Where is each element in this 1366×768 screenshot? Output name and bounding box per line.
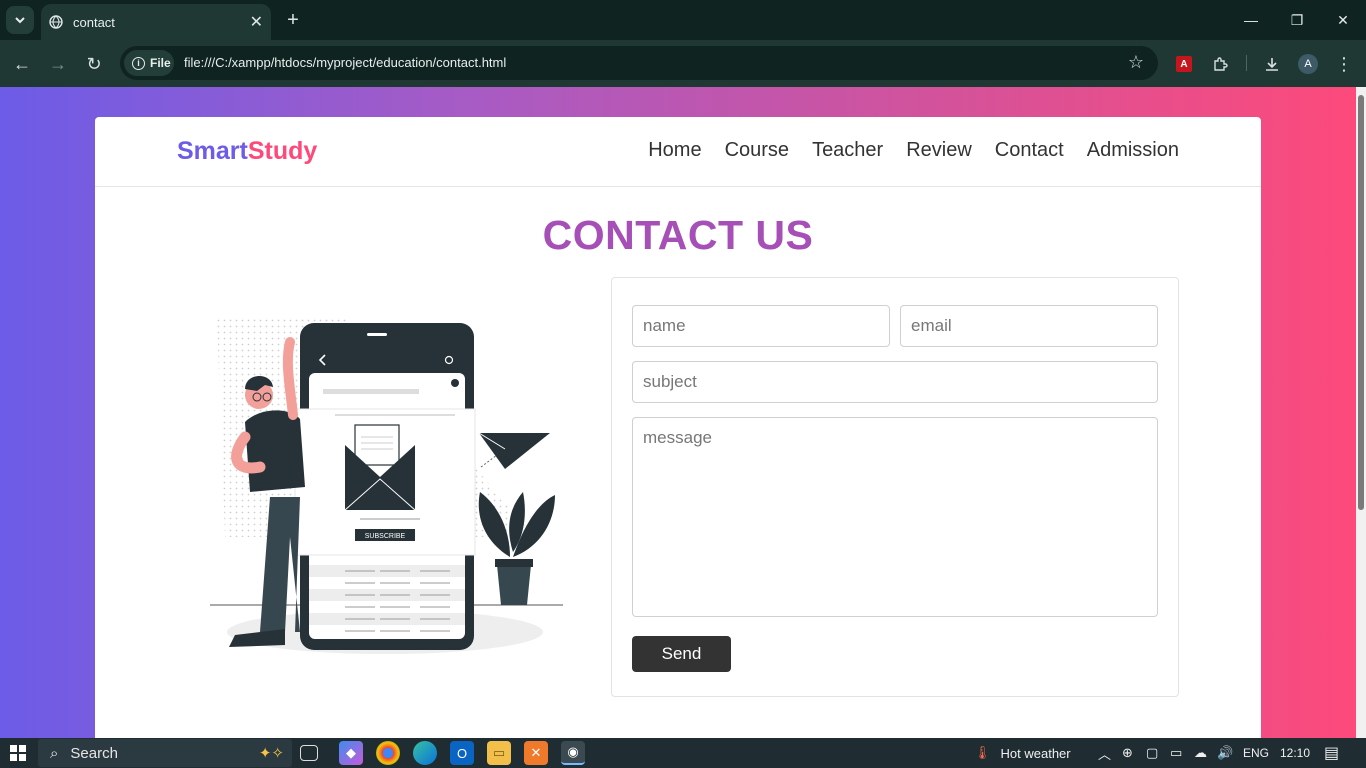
- address-bar[interactable]: i File file:///C:/xampp/htdocs/myproject…: [120, 46, 1158, 80]
- nav-course[interactable]: Course: [725, 139, 789, 162]
- close-window-button[interactable]: ✕: [1320, 0, 1366, 40]
- tab-title: contact: [73, 14, 115, 30]
- logo-part-smart: Smart: [177, 137, 248, 165]
- file-explorer-icon[interactable]: ▭: [487, 741, 511, 765]
- back-button[interactable]: ←: [8, 50, 36, 78]
- restore-button[interactable]: ❐: [1274, 0, 1320, 40]
- pdf-extension-button[interactable]: A: [1171, 51, 1197, 77]
- email-input[interactable]: [900, 305, 1158, 347]
- message-textarea[interactable]: [632, 417, 1158, 617]
- extensions-button[interactable]: [1207, 51, 1233, 77]
- puzzle-icon: [1214, 57, 1228, 71]
- nav-teacher[interactable]: Teacher: [812, 139, 883, 162]
- logo-part-study: Study: [247, 137, 318, 165]
- wifi-icon[interactable]: ☁: [1194, 738, 1207, 768]
- send-button[interactable]: Send: [632, 636, 731, 672]
- close-tab-icon[interactable]: ✕: [250, 12, 263, 32]
- nav-contact[interactable]: Contact: [995, 139, 1064, 162]
- menu-kebab-icon[interactable]: ⋮: [1331, 51, 1357, 77]
- battery-icon[interactable]: ▭: [1170, 738, 1182, 768]
- page-viewport: SmartStudy Home Course Teacher Review Co…: [0, 87, 1356, 738]
- task-view-icon[interactable]: [300, 745, 318, 761]
- edge-icon[interactable]: [413, 741, 437, 765]
- windows-taskbar: ⌕ Search ✦✧ ◆ O ▭ ✕ ◉ 🌡 Hot weather ︿ ⊕ …: [0, 738, 1366, 768]
- language-indicator[interactable]: ENG: [1243, 738, 1269, 768]
- search-icon: ⌕: [50, 744, 59, 762]
- bookmark-star-icon[interactable]: ☆: [1128, 52, 1144, 73]
- profile-button[interactable]: A: [1295, 51, 1321, 77]
- contact-illustration: SUBSCRIBE: [210, 317, 563, 654]
- name-input[interactable]: [632, 305, 890, 347]
- new-tab-button[interactable]: +: [282, 8, 304, 32]
- avatar: A: [1298, 54, 1318, 74]
- site-info-chip[interactable]: i File: [124, 50, 174, 76]
- minimize-button[interactable]: —: [1228, 0, 1274, 40]
- main-nav: Home Course Teacher Review Contact Admis…: [648, 139, 1179, 162]
- chevron-down-icon: [15, 17, 25, 24]
- copilot-sparkle-icon: ✦✧: [258, 745, 284, 762]
- subscribe-text: SUBSCRIBE: [365, 533, 406, 540]
- forward-button[interactable]: →: [44, 50, 72, 78]
- weather-widget[interactable]: 🌡 Hot weather: [974, 738, 1071, 768]
- nav-home[interactable]: Home: [648, 139, 701, 162]
- pdf-icon: A: [1176, 56, 1192, 72]
- downloads-button[interactable]: [1259, 51, 1285, 77]
- copilot-icon[interactable]: ◆: [339, 741, 363, 765]
- thermometer-icon: 🌡: [974, 745, 991, 760]
- nav-review[interactable]: Review: [906, 139, 972, 162]
- nav-admission[interactable]: Admission: [1087, 139, 1179, 162]
- scroll-thumb[interactable]: [1358, 95, 1364, 510]
- toolbar-divider: [1246, 55, 1247, 71]
- windows-start-icon[interactable]: [10, 745, 26, 761]
- reload-button[interactable]: ↻: [80, 50, 108, 78]
- tab-search-button[interactable]: [6, 6, 34, 34]
- chrome-icon[interactable]: [376, 741, 400, 765]
- page-title: CONTACT US: [542, 212, 814, 258]
- browser-toolbar: ← → ↻ i File file:///C:/xampp/htdocs/myp…: [0, 40, 1366, 87]
- site-header: SmartStudy Home Course Teacher Review Co…: [95, 117, 1261, 187]
- download-icon: [1266, 58, 1278, 71]
- globe-icon: [49, 15, 63, 29]
- clock[interactable]: 12:10: [1280, 738, 1310, 768]
- content-card: SmartStudy Home Course Teacher Review Co…: [95, 117, 1261, 738]
- tray-overflow-icon[interactable]: ︿: [1098, 738, 1111, 768]
- weather-text: Hot weather: [1000, 745, 1071, 761]
- volume-icon[interactable]: 🔊: [1217, 738, 1233, 768]
- xampp-icon[interactable]: ✕: [524, 741, 548, 765]
- url-text[interactable]: file:///C:/xampp/htdocs/myproject/educat…: [184, 55, 506, 70]
- outlook-icon[interactable]: O: [450, 741, 474, 765]
- active-chrome-icon[interactable]: ◉: [561, 741, 585, 765]
- page-scrollbar[interactable]: [1356, 87, 1366, 738]
- camera-icon[interactable]: ▢: [1146, 738, 1158, 768]
- browser-tabbar: contact ✕ + — ❐ ✕: [0, 0, 1366, 40]
- taskbar-search-label: Search: [70, 744, 118, 762]
- notifications-icon[interactable]: ▤: [1324, 738, 1339, 768]
- file-label: File: [150, 56, 171, 70]
- subject-input[interactable]: [632, 361, 1158, 403]
- taskbar-search[interactable]: ⌕ Search ✦✧: [38, 739, 292, 767]
- info-icon: i: [132, 56, 145, 70]
- network-icon[interactable]: ⊕: [1122, 738, 1133, 768]
- contact-form: Send: [611, 277, 1179, 697]
- browser-tab[interactable]: contact ✕: [41, 4, 271, 40]
- site-logo[interactable]: SmartStudy: [177, 137, 317, 166]
